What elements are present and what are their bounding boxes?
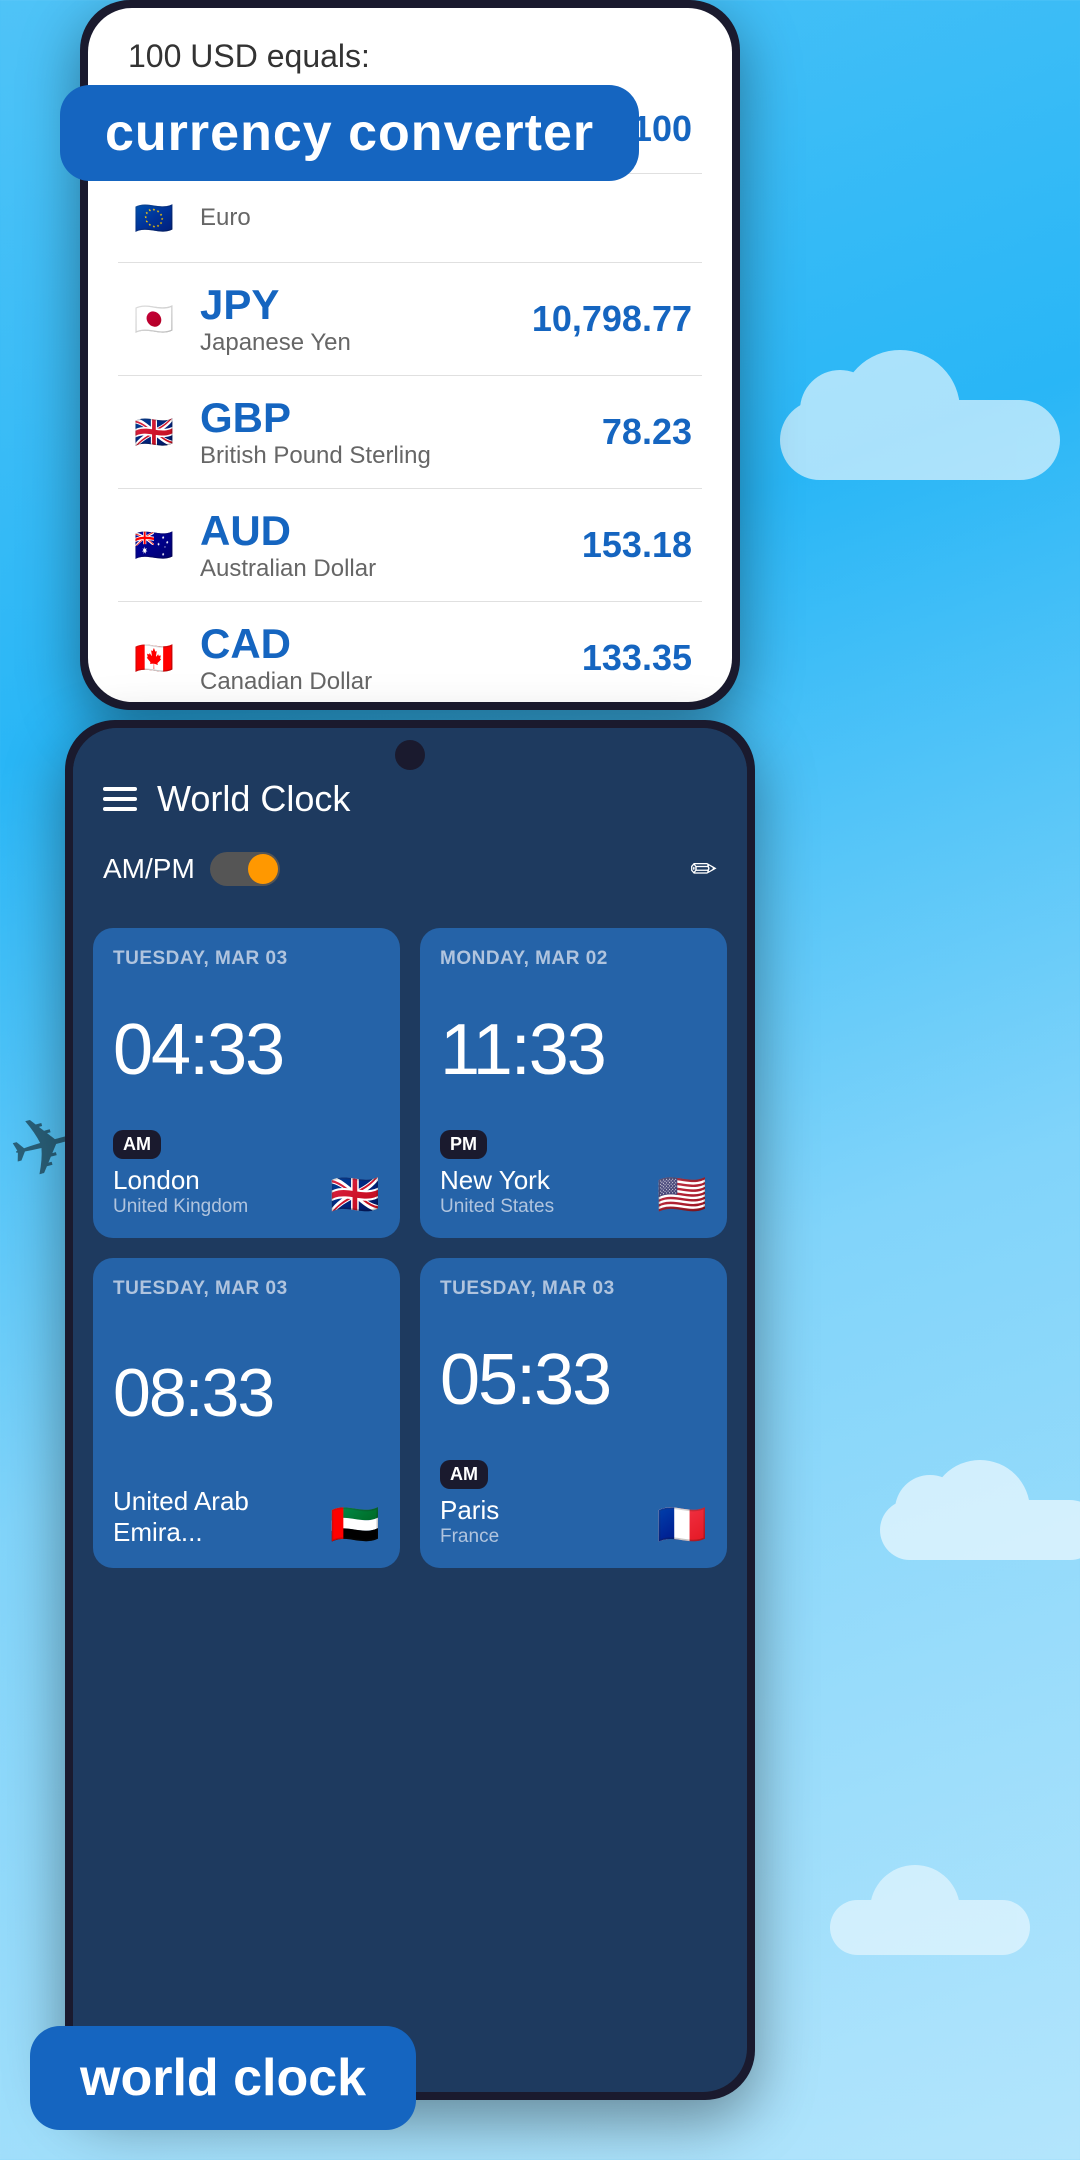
uae-date: TUESDAY, MAR 03	[113, 1278, 380, 1300]
world-clock-title: World Clock	[157, 778, 717, 820]
paris-time: 05:33	[440, 1310, 707, 1450]
clock-card-uae[interactable]: TUESDAY, MAR 03 08:33 United Arab Emira.…	[93, 1258, 400, 1568]
newyork-ampm: PM	[440, 1130, 487, 1159]
currency-header: 100 USD equals:	[88, 8, 732, 85]
gbp-name: British Pound Sterling	[200, 442, 602, 470]
paris-ampm: AM	[440, 1460, 488, 1489]
world-clock-phone: World Clock AM/PM ✏ TUESDAY, MAR 03 04:3…	[65, 720, 755, 2100]
currency-item-gbp[interactable]: 🇬🇧 GBP British Pound Sterling 78.23	[118, 376, 702, 489]
clock-card-newyork[interactable]: MONDAY, MAR 02 11:33 PM New York United …	[420, 928, 727, 1238]
currency-item-eur[interactable]: 🇪🇺 Euro	[118, 174, 702, 263]
london-city: London	[113, 1165, 248, 1196]
world-clock-toolbar: AM/PM ✏	[73, 840, 747, 908]
aud-flag: 🇦🇺	[128, 519, 180, 571]
cad-info: CAD Canadian Dollar	[200, 620, 582, 696]
currency-item-cad[interactable]: 🇨🇦 CAD Canadian Dollar 133.35	[118, 602, 702, 702]
eur-info: Euro	[200, 204, 692, 232]
aud-value: 153.18	[582, 524, 692, 566]
newyork-country: United States	[440, 1196, 554, 1218]
clock-card-paris[interactable]: TUESDAY, MAR 03 05:33 AM Paris France 🇫🇷	[420, 1258, 727, 1568]
newyork-time: 11:33	[440, 980, 707, 1120]
cad-code: CAD	[200, 620, 582, 668]
london-country: United Kingdom	[113, 1196, 248, 1218]
cad-flag: 🇨🇦	[128, 632, 180, 684]
jpy-flag: 🇯🇵	[128, 293, 180, 345]
jpy-code: JPY	[200, 281, 532, 329]
usd-value: 100	[632, 108, 692, 150]
eur-flag: 🇪🇺	[128, 192, 180, 244]
newyork-flag: 🇺🇸	[657, 1171, 707, 1218]
uae-time: 08:33	[113, 1310, 380, 1476]
currency-converter-banner: currency converter	[60, 85, 639, 181]
aud-name: Australian Dollar	[200, 555, 582, 583]
london-date: TUESDAY, MAR 03	[113, 948, 380, 970]
gbp-code: GBP	[200, 394, 602, 442]
paris-city: Paris	[440, 1495, 499, 1526]
jpy-value: 10,798.77	[532, 298, 692, 340]
uae-footer: United Arab Emira... 🇦🇪	[113, 1486, 380, 1548]
phone-notch	[395, 740, 425, 770]
eur-name: Euro	[200, 204, 692, 232]
newyork-city: New York	[440, 1165, 554, 1196]
uae-city: United Arab Emira...	[113, 1486, 330, 1548]
ampm-label: AM/PM	[103, 853, 195, 885]
gbp-flag: 🇬🇧	[128, 406, 180, 458]
currency-item-aud[interactable]: 🇦🇺 AUD Australian Dollar 153.18	[118, 489, 702, 602]
paris-country: France	[440, 1526, 499, 1548]
ampm-toggle[interactable]	[210, 852, 280, 886]
london-footer: AM London United Kingdom 🇬🇧	[113, 1130, 380, 1218]
london-flag: 🇬🇧	[330, 1171, 380, 1218]
aud-code: AUD	[200, 507, 582, 555]
newyork-date: MONDAY, MAR 02	[440, 948, 707, 970]
london-time: 04:33	[113, 980, 380, 1120]
gbp-value: 78.23	[602, 411, 692, 453]
paris-date: TUESDAY, MAR 03	[440, 1278, 707, 1300]
cad-value: 133.35	[582, 637, 692, 679]
currency-item-jpy[interactable]: 🇯🇵 JPY Japanese Yen 10,798.77	[118, 263, 702, 376]
hamburger-menu-button[interactable]	[103, 787, 137, 811]
aud-info: AUD Australian Dollar	[200, 507, 582, 583]
paris-footer: AM Paris France 🇫🇷	[440, 1460, 707, 1548]
jpy-info: JPY Japanese Yen	[200, 281, 532, 357]
world-clock-banner: world clock	[30, 2026, 416, 2130]
edit-button[interactable]: ✏	[690, 850, 717, 888]
cad-name: Canadian Dollar	[200, 668, 582, 696]
clock-card-london[interactable]: TUESDAY, MAR 03 04:33 AM London United K…	[93, 928, 400, 1238]
jpy-name: Japanese Yen	[200, 329, 532, 357]
newyork-footer: PM New York United States 🇺🇸	[440, 1130, 707, 1218]
paris-flag: 🇫🇷	[657, 1501, 707, 1548]
gbp-info: GBP British Pound Sterling	[200, 394, 602, 470]
london-ampm: AM	[113, 1130, 161, 1159]
uae-flag: 🇦🇪	[330, 1501, 380, 1548]
clock-grid: TUESDAY, MAR 03 04:33 AM London United K…	[73, 908, 747, 1588]
